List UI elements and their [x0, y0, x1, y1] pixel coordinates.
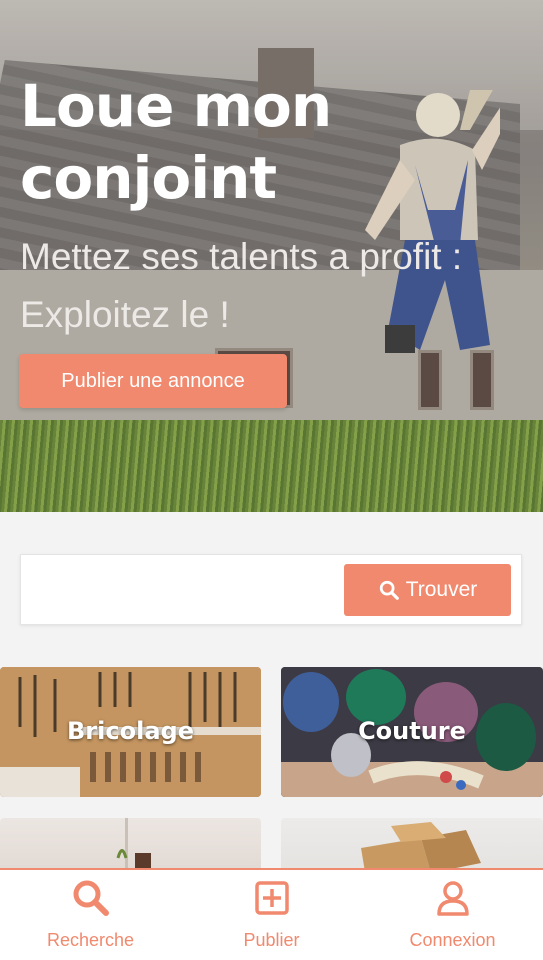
- hero-title-line: conjoint: [20, 144, 277, 212]
- category-card-bricolage[interactable]: Bricolage: [0, 667, 261, 797]
- find-button-label: Trouver: [405, 578, 478, 601]
- user-icon: [436, 881, 469, 916]
- search-icon: [379, 580, 399, 600]
- category-label: Couture: [358, 717, 466, 745]
- hero-subtitle-line: Exploitez le !: [20, 294, 230, 335]
- search-input[interactable]: [21, 555, 341, 624]
- plus-square-icon: [254, 881, 289, 915]
- search-bar: Trouver: [20, 554, 522, 625]
- bottom-navigation: Recherche Publier Connexion: [0, 868, 543, 960]
- hero-title: Loue mon conjoint: [20, 70, 440, 214]
- category-label: Bricolage: [67, 717, 194, 745]
- hero-banner: Loue mon conjoint Mettez ses talents a p…: [0, 0, 543, 512]
- find-button[interactable]: Trouver: [344, 564, 511, 616]
- nav-item-label: Publier: [243, 930, 300, 950]
- nav-item-publier[interactable]: Publier: [181, 870, 362, 960]
- nav-item-label: Connexion: [409, 930, 496, 950]
- hero-subtitle: Mettez ses talents a profit : Exploitez …: [20, 228, 535, 344]
- category-card-couture[interactable]: Couture: [281, 667, 543, 797]
- nav-item-recherche[interactable]: Recherche: [0, 870, 181, 960]
- nav-item-label: Recherche: [46, 930, 135, 950]
- nav-item-connexion[interactable]: Connexion: [362, 870, 543, 960]
- search-icon: [73, 880, 109, 916]
- hero-title-line: Loue mon: [20, 72, 332, 140]
- publish-ad-button[interactable]: Publier une annonce: [19, 354, 287, 408]
- hero-subtitle-line: Mettez ses talents a profit :: [20, 236, 463, 277]
